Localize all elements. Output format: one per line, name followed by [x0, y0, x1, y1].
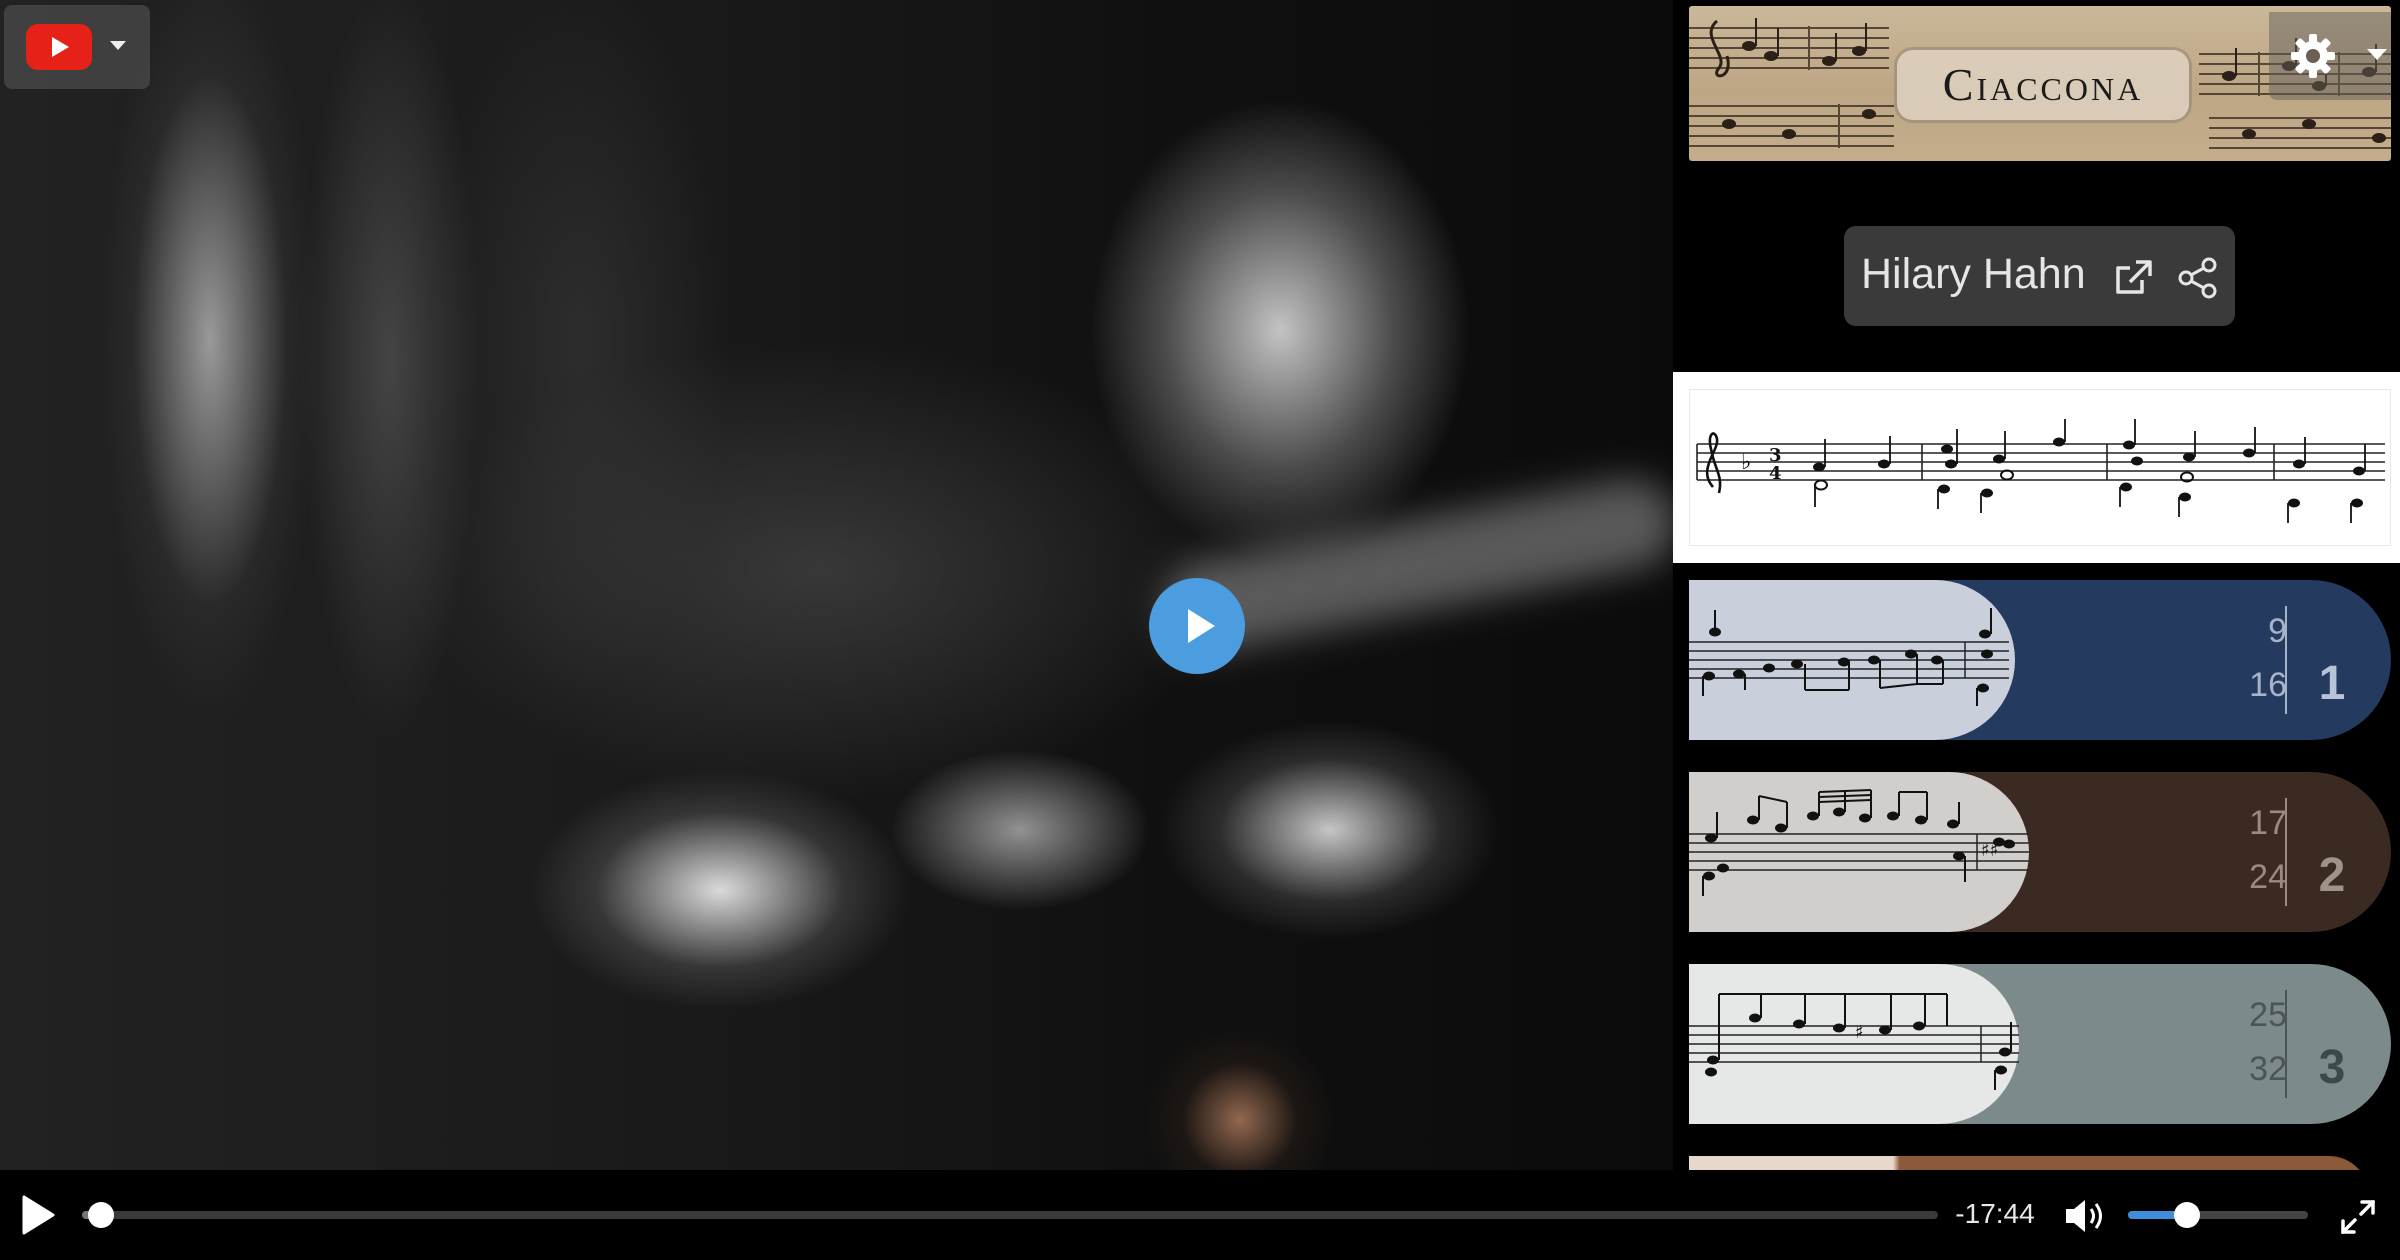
center-play-button[interactable]: [1149, 578, 1245, 674]
measure-end: 32: [2249, 1050, 2287, 1088]
variation-number: 2: [2318, 849, 2346, 902]
player-controls: -17:44: [0, 1170, 2400, 1260]
measure-start: 17: [2249, 804, 2287, 842]
variation-card-3[interactable]: ♯ 25 32 3: [1689, 964, 2391, 1124]
variation-score-thumbnail: ♯♯: [1689, 772, 2029, 932]
variation-score-thumbnail: ♯: [1689, 964, 2019, 1124]
progress-handle[interactable]: [87, 1202, 114, 1228]
play-icon[interactable]: [20, 1194, 56, 1236]
gear-icon: [2291, 34, 2335, 78]
measure-start: 25: [2249, 996, 2287, 1034]
share-icon[interactable]: [2177, 257, 2219, 299]
volume-slider[interactable]: [2128, 1202, 2308, 1228]
video-frame[interactable]: [0, 0, 1673, 1260]
svg-text:♭: ♭: [1741, 450, 1751, 475]
performer-name: Hilary Hahn: [1861, 250, 2086, 298]
youtube-logo-icon: [26, 24, 92, 70]
variation-card-2[interactable]: ♯♯ 17 24 2: [1689, 772, 2391, 932]
divider: [2285, 606, 2287, 714]
settings-button[interactable]: [2269, 12, 2391, 100]
chevron-down-icon: [2367, 49, 2387, 60]
variation-score-thumbnail: [1689, 580, 2015, 740]
divider: [2285, 990, 2287, 1098]
measure-end: 24: [2249, 858, 2287, 896]
variation-number: 3: [2318, 1041, 2346, 1094]
remaining-time: -17:44: [1955, 1198, 2035, 1229]
sidebar: Ciaccona Hilary Hahn ♭ 3 4 9 16 1 ♯♯ 17 …: [1673, 0, 2400, 1170]
divider: [2285, 798, 2287, 906]
ciaccona-banner[interactable]: Ciaccona: [1689, 6, 2391, 161]
theme-score[interactable]: ♭ 3 4: [1673, 372, 2400, 563]
youtube-menu-button[interactable]: [4, 5, 150, 89]
theme-score-image: ♭ 3 4: [1689, 389, 2391, 546]
variation-number: 1: [2318, 657, 2346, 710]
variation-card-4-peek[interactable]: [1689, 1156, 2369, 1170]
svg-text:4: 4: [1769, 463, 1782, 484]
external-link-icon[interactable]: [2112, 258, 2156, 298]
volume-icon[interactable]: [2063, 1196, 2107, 1236]
volume-handle[interactable]: [2174, 1202, 2201, 1228]
banner-title: Ciaccona: [1897, 50, 2189, 120]
svg-text:♯♯: ♯♯: [1981, 840, 1998, 861]
measure-end: 16: [2249, 666, 2287, 704]
performer-card[interactable]: Hilary Hahn: [1844, 226, 2235, 326]
progress-bar[interactable]: [82, 1202, 1938, 1228]
variation-card-1[interactable]: 9 16 1: [1689, 580, 2391, 740]
fullscreen-icon[interactable]: [2338, 1197, 2378, 1237]
play-icon: [1188, 609, 1215, 643]
svg-text:♯: ♯: [1855, 1022, 1864, 1043]
score-staff: ♭ 3 4: [1696, 419, 2385, 523]
chevron-down-icon: [110, 41, 126, 50]
